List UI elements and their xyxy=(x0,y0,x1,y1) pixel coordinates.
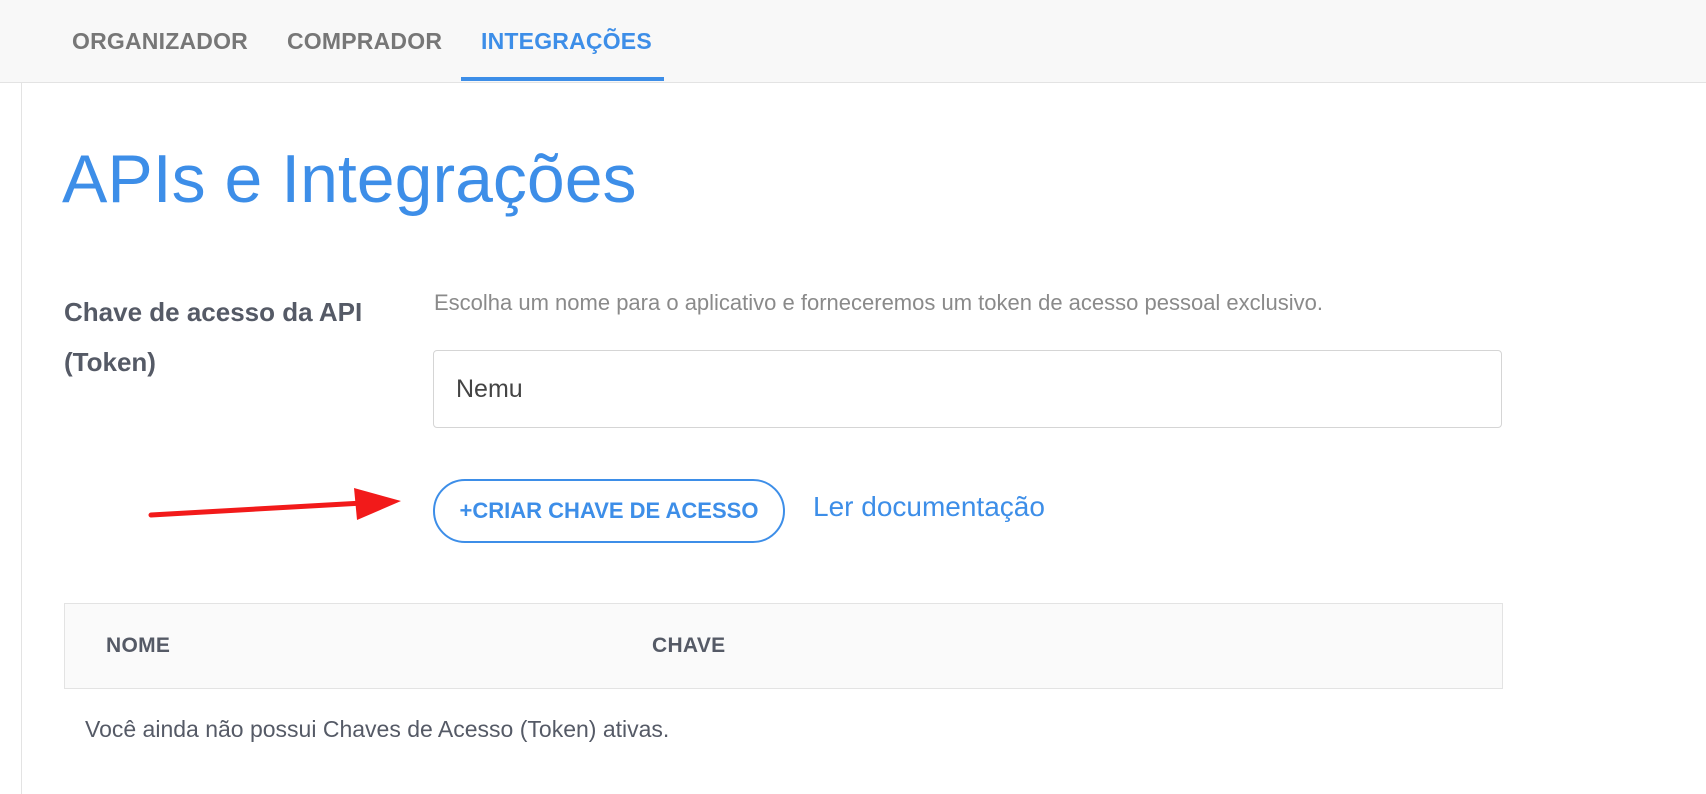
column-header-nome: NOME xyxy=(106,634,171,657)
tab-integracoes[interactable]: INTEGRAÇÕES xyxy=(481,0,652,83)
active-tab-indicator xyxy=(461,77,664,81)
page-title: APIs e Integrações xyxy=(62,141,637,217)
tab-comprador[interactable]: COMPRADOR xyxy=(287,0,442,83)
app-name-input[interactable] xyxy=(433,350,1502,428)
read-documentation-link[interactable]: Ler documentação xyxy=(813,491,1045,523)
red-arrow-icon xyxy=(148,488,401,520)
column-header-chave: CHAVE xyxy=(652,634,726,657)
create-access-key-button[interactable]: +CRIAR CHAVE DE ACESSO xyxy=(433,479,785,543)
api-key-help-text: Escolha um nome para o aplicativo e forn… xyxy=(434,290,1324,315)
access-keys-table: NOME CHAVE xyxy=(64,603,1503,689)
api-key-label: Chave de acesso da API (Token) xyxy=(64,297,363,377)
tab-organizador[interactable]: ORGANIZADOR xyxy=(72,0,248,83)
empty-keys-message: Você ainda não possui Chaves de Acesso (… xyxy=(85,716,670,742)
top-nav: ORGANIZADOR COMPRADOR INTEGRAÇÕES xyxy=(0,0,1706,83)
content-left-border xyxy=(21,83,22,794)
